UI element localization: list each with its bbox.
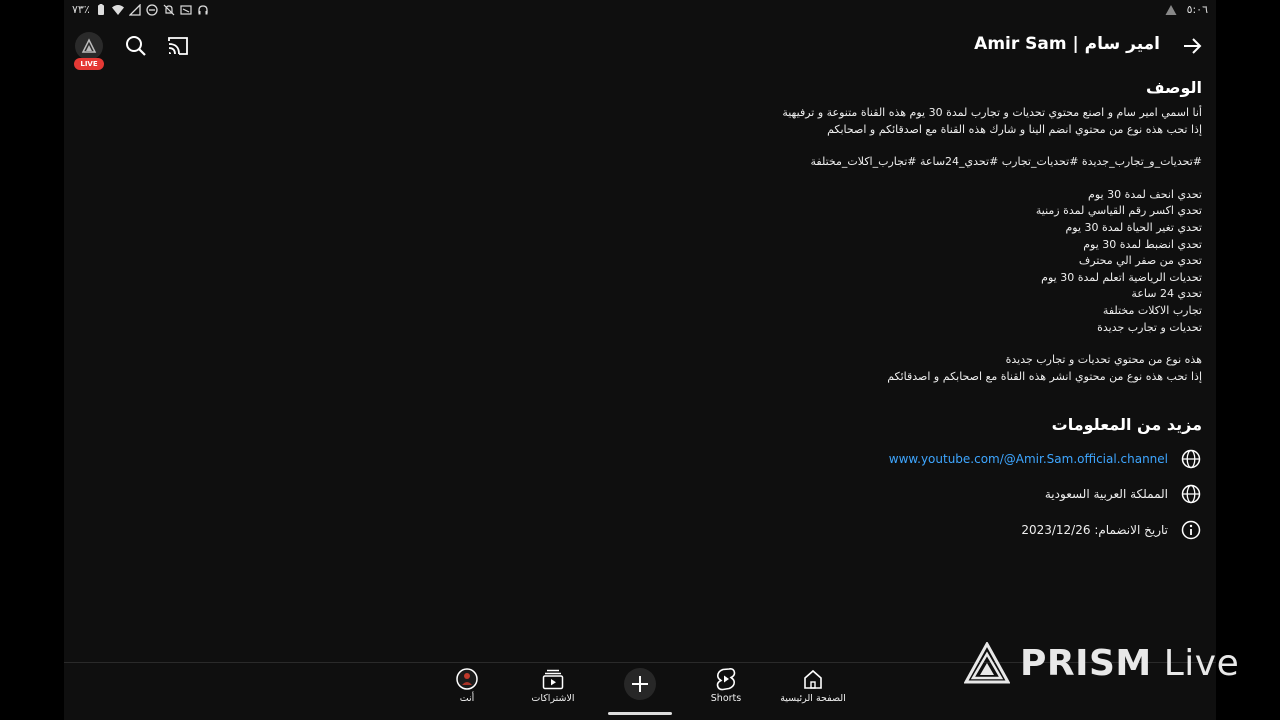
prism-live-watermark: PRISM Live [964, 642, 1239, 684]
channel-title: Amir Sam | امير سام [974, 34, 1160, 54]
search-icon [126, 36, 146, 56]
live-badge: LIVE [74, 58, 104, 70]
status-time: ٥:٠٦ [1186, 3, 1208, 16]
cast-icon [168, 37, 188, 55]
cast-button[interactable] [164, 32, 192, 60]
status-bar-right: ٥:٠٦ [1165, 3, 1208, 16]
nav-home-label: الصفحة الرئيسية [780, 693, 846, 704]
joined-date: تاريخ الانضمام: 2023/12/26 [1021, 523, 1168, 537]
nav-you[interactable]: أنت [422, 665, 512, 705]
shorts-icon [714, 667, 738, 691]
nav-home[interactable]: الصفحة الرئيسية [768, 665, 858, 705]
description-line: إذا تحب هذه نوع من محتوي انشر هذه القناة… [887, 369, 1202, 383]
nav-you-label: أنت [459, 693, 475, 704]
description-list-item: تجارب الاكلات مختلفة [1102, 303, 1202, 317]
home-icon [801, 667, 825, 691]
status-bar-left: ٧٣٪ [72, 3, 209, 16]
subscriptions-icon [541, 667, 565, 691]
globe-icon [1180, 483, 1202, 505]
nav-shorts-label: Shorts [710, 693, 742, 704]
info-icon [1180, 519, 1202, 541]
description-title: الوصف [1145, 78, 1202, 97]
wifi-icon [111, 4, 124, 15]
header-bar: LIVE Amir Sam | امير سام [64, 28, 1216, 70]
dnd-icon [146, 3, 158, 16]
notifications-off-icon [163, 4, 175, 15]
description-line: هذه نوع من محتوي تحديات و تجارب جديدة [1005, 353, 1202, 367]
nav-shorts[interactable]: Shorts [681, 665, 771, 705]
description-list-item: تحدي انحف لمدة 30 يوم [1088, 187, 1202, 201]
channel-link[interactable]: www.youtube.com/@Amir.Sam.official.chann… [889, 452, 1168, 466]
cast-status-icon [180, 4, 192, 15]
create-button[interactable] [624, 668, 656, 700]
country-text: المملكة العربية السعودية [1044, 487, 1168, 501]
globe-icon [1180, 448, 1202, 470]
profile-avatar-icon [455, 667, 479, 691]
prism-logo-icon [964, 642, 1010, 684]
description-line: إذا تحب هذه نوع من محتوي انضم الينا و شا… [827, 122, 1202, 136]
description-list-item: تحديات الرياضية اتعلم لمدة 30 يوم [1041, 270, 1202, 284]
battery-icon [97, 3, 104, 15]
description-list-item: تحدي تغير الحياة لمدة 30 يوم [1065, 220, 1202, 234]
description-list-item: تحدي انضبط لمدة 30 يوم [1083, 237, 1202, 251]
description-list-item: تحدي 24 ساعة [1131, 287, 1202, 301]
plus-icon [632, 676, 648, 692]
description-hashtags[interactable]: #تحديات_و_تجارب_جديدة #تحديات_تجارب #تحد… [602, 154, 1202, 171]
nav-subscriptions-label: الاشتراكات [531, 693, 575, 704]
watermark-text: PRISM Live [1020, 642, 1240, 684]
back-button[interactable] [1178, 32, 1206, 60]
nav-subscriptions[interactable]: الاشتراكات [508, 665, 598, 705]
joined-row: تاريخ الانضمام: 2023/12/26 [1021, 519, 1202, 541]
description-line: أنا اسمي امير سام و اصنع محتوي تحديات و … [782, 106, 1202, 119]
description-list-item: تحدي من صفر الي محترف [1078, 254, 1202, 268]
gesture-bar [608, 712, 672, 715]
search-button[interactable] [122, 32, 150, 60]
signal-icon [128, 3, 141, 16]
warning-icon [1165, 4, 1177, 15]
live-button[interactable]: LIVE [72, 32, 106, 70]
youtube-app: ٧٣٪ ٥:٠٦ LIVE Amir Sam | امير سام الوصف … [64, 0, 1216, 720]
about-description: الوصف أنا اسمي امير سام و اصنع محتوي تحد… [602, 78, 1202, 385]
more-info-title: مزيد من المعلومات [1051, 415, 1202, 434]
country-row: المملكة العربية السعودية [1045, 483, 1202, 505]
channel-link-row[interactable]: www.youtube.com/@Amir.Sam.official.chann… [889, 448, 1202, 470]
battery-percent: ٧٣٪ [72, 3, 90, 16]
headphones-icon [198, 4, 208, 14]
description-list-item: تحدي اكسر رقم القياسي لمدة زمنية [1035, 204, 1202, 218]
description-list-item: تحديات و تجارب جديدة [1097, 320, 1202, 334]
live-avatar-icon [75, 32, 103, 60]
arrow-forward-icon [1184, 38, 1202, 54]
